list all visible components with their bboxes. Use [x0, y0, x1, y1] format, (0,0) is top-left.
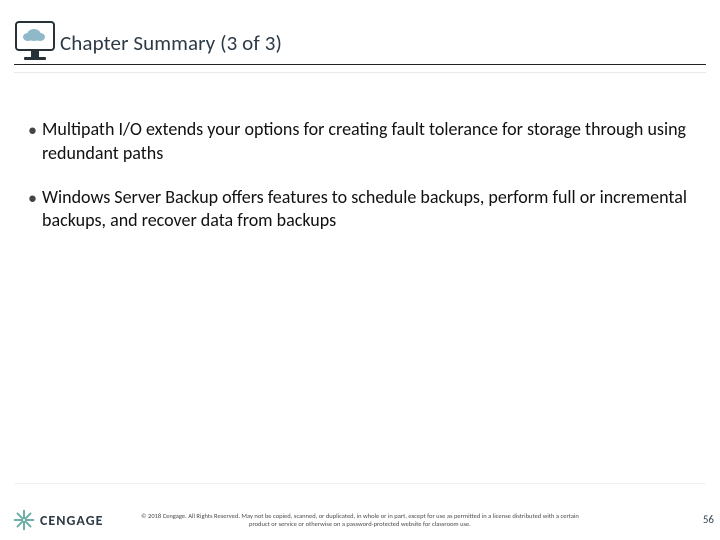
- slide: Chapter Summary (3 of 3) • Multipath I/O…: [0, 0, 720, 540]
- bullet: • Multipath I/O extends your options for…: [28, 118, 692, 166]
- title-divider: [14, 64, 706, 65]
- slide-title: Chapter Summary (3 of 3): [60, 30, 282, 56]
- slide-header: Chapter Summary (3 of 3): [14, 18, 706, 68]
- page-number: 56: [703, 513, 714, 526]
- copyright-text: © 2018 Cengage. All Rights Reserved. May…: [0, 512, 720, 528]
- bullet-text: Windows Server Backup offers features to…: [42, 186, 692, 234]
- title-divider-shadow: [14, 72, 706, 73]
- slide-content: • Multipath I/O extends your options for…: [28, 118, 692, 253]
- bullet-text: Multipath I/O extends your options for c…: [42, 118, 692, 166]
- bullet: • Windows Server Backup offers features …: [28, 186, 692, 234]
- bullet-dot-icon: •: [28, 118, 42, 166]
- bullet-dot-icon: •: [28, 186, 42, 234]
- footer-divider: [14, 483, 706, 484]
- monitor-cloud-icon: [14, 21, 56, 65]
